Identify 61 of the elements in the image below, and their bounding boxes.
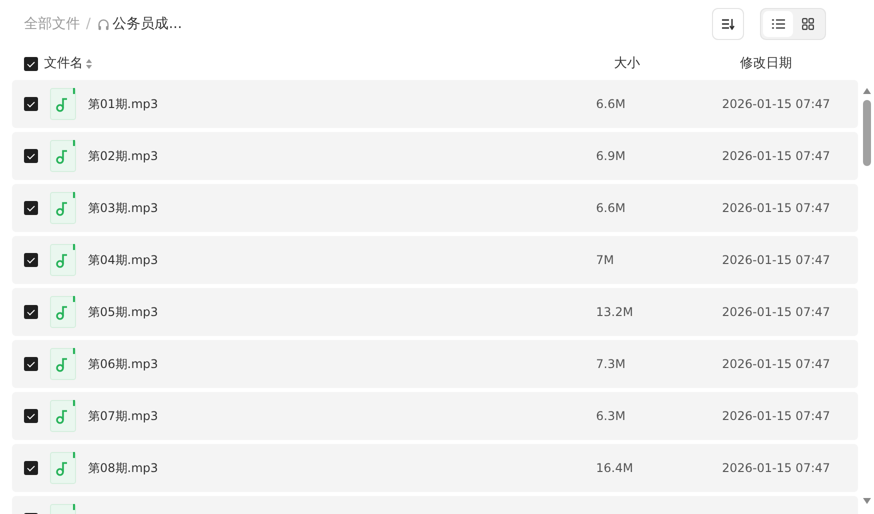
- modified-date: 2026-01-15 07:47: [722, 357, 830, 371]
- modified-date: 2026-01-15 07:47: [722, 409, 830, 423]
- checkbox[interactable]: [24, 201, 38, 215]
- modified-date: 2026-01-15 07:47: [722, 97, 830, 111]
- breadcrumb-link[interactable]: 公务员成...: [112, 14, 182, 34]
- audio-file-icon: [50, 140, 76, 172]
- file-name: 第03期.mp3: [88, 200, 158, 217]
- file-name: 第02期.mp3: [88, 148, 158, 165]
- audio-file-icon: [50, 452, 76, 484]
- file-name: 第05期.mp3: [88, 304, 158, 321]
- checkbox[interactable]: [24, 461, 38, 475]
- file-size: 6.6M: [596, 97, 626, 111]
- file-size: 6.6M: [596, 201, 626, 215]
- checkbox[interactable]: [24, 253, 38, 267]
- headphones-icon: [96, 18, 110, 30]
- audio-file-icon: [50, 400, 76, 432]
- file-size: 6.3M: [596, 409, 626, 423]
- sort-icon: [721, 18, 735, 30]
- grid-icon: [802, 18, 814, 30]
- file-row[interactable]: 第05期.mp3 13.2M 2026-01-15 07:47: [12, 288, 858, 336]
- audio-file-icon: [50, 88, 76, 120]
- file-name: 第07期.mp3: [88, 408, 158, 425]
- file-row[interactable]: 第04期.mp3 7M 2026-01-15 07:47: [12, 236, 858, 284]
- file-row[interactable]: 第08期.mp3 16.4M 2026-01-15 07:47: [12, 444, 858, 492]
- file-name: 第04期.mp3: [88, 252, 158, 269]
- file-row[interactable]: 第06期.mp3 7.3M 2026-01-15 07:47: [12, 340, 858, 388]
- checkbox[interactable]: [24, 305, 38, 319]
- list-icon: [772, 19, 784, 29]
- file-name: 第06期.mp3: [88, 356, 158, 373]
- sort-icon[interactable]: [86, 59, 92, 69]
- file-row[interactable]: 第07期.mp3 6.3M 2026-01-15 07:47: [12, 392, 858, 440]
- file-row[interactable]: 第03期.mp3 6.6M 2026-01-15 07:47: [12, 184, 858, 232]
- audio-file-icon: [50, 244, 76, 276]
- column-header: 修改日期: [740, 56, 792, 72]
- file-size: 6.9M: [596, 149, 626, 163]
- column-header: 大小: [614, 56, 640, 72]
- list-view-button[interactable]: [763, 11, 793, 37]
- checkbox[interactable]: [24, 409, 38, 423]
- modified-date: 2026-01-15 07:47: [722, 305, 830, 319]
- file-size: 13.2M: [596, 305, 634, 319]
- audio-file-icon: [50, 348, 76, 380]
- file-size: 7M: [596, 253, 614, 267]
- audio-file-icon: [50, 296, 76, 328]
- file-size: 7.3M: [596, 357, 626, 371]
- modified-date: 2026-01-15 07:47: [722, 253, 830, 267]
- file-row[interactable]: 第01期.mp3 6.6M 2026-01-15 07:47: [12, 80, 858, 128]
- modified-date: 2026-01-15 07:47: [722, 201, 830, 215]
- column-header[interactable]: 文件名: [44, 54, 83, 74]
- breadcrumb-separator: /: [86, 14, 91, 34]
- file-size: 16.4M: [596, 461, 634, 475]
- modified-date: 2026-01-15 07:47: [722, 149, 830, 163]
- checkbox[interactable]: [24, 149, 38, 163]
- audio-file-icon: [50, 192, 76, 224]
- checkbox[interactable]: [24, 357, 38, 371]
- checkbox[interactable]: [24, 97, 38, 111]
- checkbox[interactable]: [24, 57, 38, 71]
- sort-button[interactable]: [712, 8, 744, 40]
- file-row[interactable]: 第02期.mp3 6.9M 2026-01-15 07:47: [12, 132, 858, 180]
- modified-date: 2026-01-15 07:47: [722, 461, 830, 475]
- file-name: 第08期.mp3: [88, 460, 158, 477]
- file-name: 第01期.mp3: [88, 96, 158, 113]
